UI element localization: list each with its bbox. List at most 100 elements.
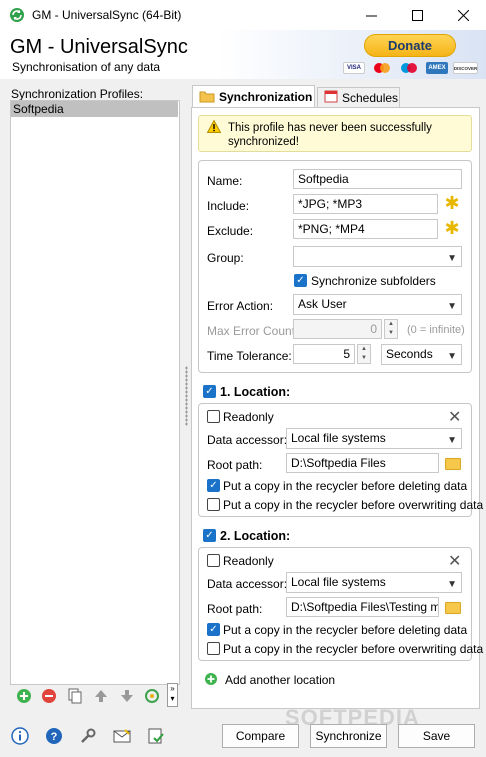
include-wildcard-icon[interactable]: ✱ bbox=[444, 194, 460, 212]
max-error-spinner[interactable]: ▲ ▼ bbox=[384, 319, 398, 339]
location-2-accessor-select[interactable]: Local file systems ▼ bbox=[286, 572, 462, 593]
remove-profile-icon[interactable] bbox=[40, 687, 58, 705]
location-2-accessor-value: Local file systems bbox=[291, 575, 386, 589]
time-unit-value: Seconds bbox=[386, 347, 433, 361]
move-up-icon[interactable] bbox=[92, 687, 110, 705]
close-button[interactable] bbox=[440, 0, 486, 30]
amex-card-icon: AMEX bbox=[426, 62, 448, 74]
location-2-accessor-label: Data accessor: bbox=[207, 577, 288, 591]
maestro-card-icon bbox=[399, 62, 419, 74]
chevron-down-icon: ▼ bbox=[447, 435, 457, 446]
location-1-recycle-delete-label: Put a copy in the recycler before deleti… bbox=[223, 479, 468, 493]
include-label: Include: bbox=[207, 199, 250, 213]
location-2-recycle-overwrite-label: Put a copy in the recycler before overwr… bbox=[223, 642, 484, 656]
location-1-accessor-label: Data accessor: bbox=[207, 433, 288, 447]
location-1-accessor-value: Local file systems bbox=[291, 431, 386, 445]
add-location-link[interactable]: Add another location bbox=[225, 673, 335, 687]
tab-schedules[interactable]: Schedules bbox=[317, 87, 400, 107]
max-error-hint: (0 = infinite) bbox=[407, 324, 465, 336]
checklist-icon[interactable] bbox=[146, 726, 166, 746]
chevron-down-icon: ▼ bbox=[447, 351, 457, 362]
sync-subfolders-checkbox[interactable]: ✓ bbox=[294, 274, 307, 287]
app-sync-icon bbox=[9, 7, 25, 23]
location-2-root-field[interactable]: D:\Softpedia Files\Testing med bbox=[286, 597, 439, 617]
max-error-field[interactable]: 0 bbox=[293, 319, 382, 339]
tab-synchronization-label: Synchronization bbox=[219, 90, 313, 104]
error-action-label: Error Action: bbox=[207, 299, 274, 313]
discover-card-icon: DISCOVER bbox=[453, 62, 478, 74]
location-1-recycle-overwrite-checkbox[interactable] bbox=[207, 498, 220, 511]
time-unit-select[interactable]: Seconds ▼ bbox=[381, 344, 462, 365]
group-label: Group: bbox=[207, 251, 244, 265]
compare-button[interactable]: Compare bbox=[222, 724, 299, 748]
location-2-recycle-overwrite-checkbox[interactable] bbox=[207, 642, 220, 655]
location-1-browse-folder-icon[interactable] bbox=[445, 458, 461, 470]
add-profile-icon[interactable] bbox=[15, 687, 33, 705]
profile-item[interactable]: Softpedia bbox=[11, 101, 178, 117]
time-tolerance-label: Time Tolerance: bbox=[207, 349, 292, 363]
location-2-recycle-delete-label: Put a copy in the recycler before deleti… bbox=[223, 623, 468, 637]
chevron-down-icon: ▼ bbox=[447, 253, 457, 264]
location-1-root-field[interactable]: D:\Softpedia Files bbox=[286, 453, 439, 473]
error-action-select[interactable]: Ask User ▼ bbox=[293, 294, 462, 315]
tab-schedules-label: Schedules bbox=[342, 90, 399, 105]
splitter-handle[interactable] bbox=[185, 366, 188, 426]
exclude-field[interactable]: *PNG; *MP4 bbox=[293, 219, 438, 239]
copy-profile-icon[interactable] bbox=[66, 687, 84, 705]
time-tolerance-spinner[interactable]: ▲ ▼ bbox=[357, 344, 371, 364]
location-1-checkbox[interactable]: ✓ bbox=[203, 385, 216, 398]
profiles-list[interactable] bbox=[10, 100, 180, 685]
save-button[interactable]: Save bbox=[398, 724, 475, 748]
info-icon[interactable] bbox=[10, 726, 30, 746]
group-select[interactable]: ▼ bbox=[293, 246, 462, 267]
location-1-root-label: Root path: bbox=[207, 458, 263, 472]
add-location-icon[interactable] bbox=[204, 672, 218, 689]
move-down-icon[interactable] bbox=[118, 687, 136, 705]
time-tolerance-field[interactable]: 5 bbox=[293, 344, 355, 364]
help-icon[interactable]: ? bbox=[44, 726, 64, 746]
sync-profile-icon[interactable] bbox=[143, 687, 161, 705]
folder-sync-icon bbox=[199, 89, 215, 106]
location-1-close-icon[interactable]: ✕ bbox=[448, 407, 461, 427]
synchronize-button[interactable]: Synchronize bbox=[310, 724, 387, 748]
error-action-value: Ask User bbox=[298, 297, 347, 311]
maximize-button[interactable] bbox=[394, 0, 440, 30]
donate-button[interactable]: Donate bbox=[364, 34, 456, 57]
location-1-readonly-checkbox[interactable] bbox=[207, 410, 220, 423]
location-2-browse-folder-icon[interactable] bbox=[445, 602, 461, 614]
location-2-recycle-delete-checkbox[interactable]: ✓ bbox=[207, 623, 220, 636]
tab-synchronization[interactable]: Synchronization bbox=[192, 85, 315, 108]
chevron-down-icon: ▼ bbox=[447, 301, 457, 312]
max-error-label: Max Error Count: bbox=[207, 324, 299, 338]
profiles-label: Synchronization Profiles: bbox=[11, 87, 144, 101]
include-field[interactable]: *JPG; *MP3 bbox=[293, 194, 438, 214]
location-1-recycle-overwrite-label: Put a copy in the recycler before overwr… bbox=[223, 498, 484, 512]
exclude-wildcard-icon[interactable]: ✱ bbox=[444, 219, 460, 237]
location-2-close-icon[interactable]: ✕ bbox=[448, 551, 461, 571]
location-2-readonly-label: Readonly bbox=[223, 554, 274, 568]
more-tools-chevron-icon[interactable]: » ▾ bbox=[167, 683, 178, 707]
settings-wrench-icon[interactable] bbox=[78, 726, 98, 746]
name-label: Name: bbox=[207, 174, 243, 188]
sync-subfolders-label: Synchronize subfolders bbox=[311, 274, 436, 288]
app-name: GM - UniversalSync bbox=[10, 36, 188, 58]
location-1-accessor-select[interactable]: Local file systems ▼ bbox=[286, 428, 462, 449]
location-1-title: 1. Location: bbox=[220, 385, 291, 399]
exclude-label: Exclude: bbox=[207, 224, 254, 238]
app-tagline: Synchronisation of any data bbox=[12, 60, 161, 74]
visa-card-icon: VISA bbox=[343, 62, 365, 74]
svg-text:?: ? bbox=[51, 731, 58, 743]
location-2-readonly-checkbox[interactable] bbox=[207, 554, 220, 567]
window-title: GM - UniversalSync (64-Bit) bbox=[32, 8, 182, 22]
name-field[interactable]: Softpedia bbox=[293, 169, 462, 189]
location-1-recycle-delete-checkbox[interactable]: ✓ bbox=[207, 479, 220, 492]
mastercard-icon bbox=[372, 62, 392, 74]
calendar-icon bbox=[324, 89, 338, 106]
location-2-checkbox[interactable]: ✓ bbox=[203, 529, 216, 542]
location-2-root-label: Root path: bbox=[207, 602, 263, 616]
location-2-title: 2. Location: bbox=[220, 529, 291, 543]
warning-icon bbox=[206, 119, 222, 136]
location-1-readonly-label: Readonly bbox=[223, 410, 274, 424]
mail-icon[interactable] bbox=[112, 726, 132, 746]
minimize-button[interactable] bbox=[348, 0, 394, 30]
